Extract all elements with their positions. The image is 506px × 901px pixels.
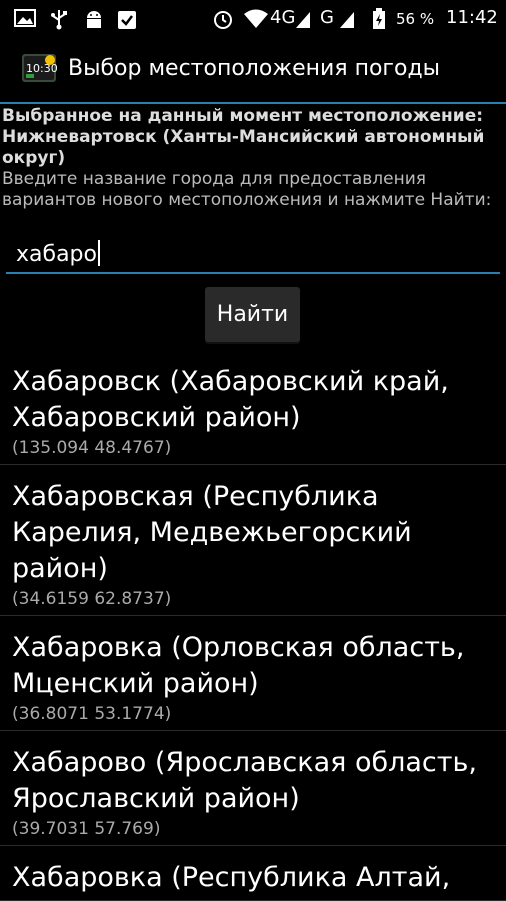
page-title: Выбор местоположения погоды — [68, 56, 441, 81]
usb-icon — [51, 10, 67, 30]
weather-widget-icon: 10:30 — [22, 54, 58, 82]
wifi-icon — [244, 9, 268, 28]
battery-percent: 56 % — [396, 10, 435, 28]
action-bar: 10:30 Выбор местоположения погоды — [0, 36, 506, 104]
search-hint: Введите название города для предоставлен… — [2, 169, 492, 210]
result-coords: (39.7031 57.769) — [12, 819, 161, 839]
result-coords: (34.6159 62.8737) — [12, 589, 172, 609]
result-name: Хабаровская (Республика Карелия, Медвежь… — [12, 481, 412, 584]
text-cursor — [97, 240, 100, 266]
result-name: Хабаровка (Орловская область, Мценский р… — [12, 632, 465, 699]
signal-icon-2 — [340, 12, 354, 28]
battery-icon — [373, 8, 385, 29]
result-coords — [12, 896, 494, 900]
status-bar: 4G G 56 % 11:42 — [0, 0, 506, 36]
current-location-value: Нижневартовск (Ханты-Мансийский автономн… — [2, 127, 485, 168]
signal-icon — [296, 12, 310, 28]
result-name: Хабарово (Ярославская область, Ярославск… — [12, 747, 477, 814]
city-search-input[interactable]: хабаро — [6, 234, 500, 274]
result-name: Хабаровск (Хабаровский край, Хабаровский… — [12, 366, 449, 433]
current-location-label: Выбранное на данный момент местоположени… — [2, 106, 484, 126]
location-info: Выбранное на данный момент местоположени… — [2, 106, 504, 211]
alarm-icon — [214, 11, 232, 29]
find-button[interactable]: Найти — [205, 287, 300, 342]
result-coords: (135.094 48.4767) — [12, 438, 172, 458]
list-item[interactable]: Хабаровка (Республика Алтай, — [0, 846, 506, 901]
clock: 11:42 — [446, 7, 498, 28]
result-coords: (36.8071 53.1774) — [12, 704, 172, 724]
results-list: Хабаровск (Хабаровский край, Хабаровский… — [0, 350, 506, 901]
clipboard-icon — [118, 11, 136, 29]
signal-4g-label: 4G — [270, 7, 296, 28]
list-item[interactable]: Хабаровская (Республика Карелия, Медвежь… — [0, 465, 506, 616]
list-item[interactable]: Хабаровка (Орловская область, Мценский р… — [0, 616, 506, 731]
result-name: Хабаровка (Республика Алтай, — [12, 862, 451, 893]
signal-g-label: G — [320, 7, 334, 28]
android-icon — [87, 11, 101, 28]
image-icon — [14, 9, 36, 27]
list-item[interactable]: Хабарово (Ярославская область, Ярославск… — [0, 731, 506, 846]
list-item[interactable]: Хабаровск (Хабаровский край, Хабаровский… — [0, 350, 506, 465]
search-input-value[interactable]: хабаро — [16, 242, 97, 267]
